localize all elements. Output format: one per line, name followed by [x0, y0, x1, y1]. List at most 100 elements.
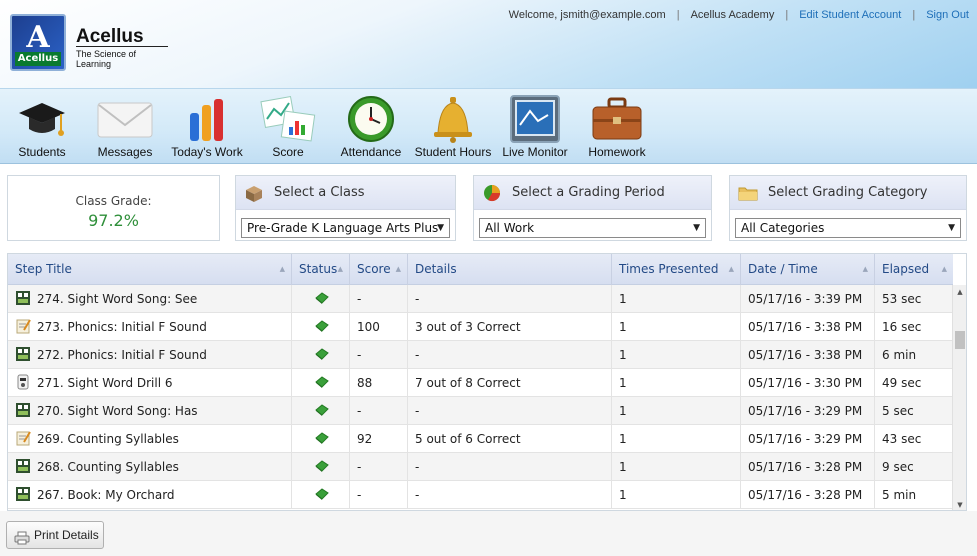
- scroll-thumb[interactable]: [955, 331, 965, 349]
- col-status[interactable]: Status ▲: [292, 254, 350, 285]
- grading-period-dropdown[interactable]: All Work ▼: [479, 218, 706, 238]
- cell-title: 274. Sight Word Song: See: [8, 285, 292, 313]
- toolbar-live-monitor[interactable]: Live Monitor: [500, 95, 570, 159]
- toolbar-homework[interactable]: Homework: [586, 95, 648, 159]
- scroll-down-icon[interactable]: ▼: [953, 498, 966, 510]
- cell-elapsed: 9 sec: [882, 460, 914, 474]
- folder-icon: [738, 183, 758, 203]
- brand-name: Acellus: [76, 26, 144, 47]
- acellus-logo[interactable]: A Acellus: [10, 14, 66, 71]
- edit-student-account-link[interactable]: Edit Student Account: [799, 9, 901, 21]
- toolbar-label: Student Hours: [414, 145, 492, 159]
- video-icon: [15, 484, 31, 501]
- sort-icon: ▲: [941, 265, 947, 273]
- grading-category-dropdown[interactable]: All Categories ▼: [735, 218, 961, 238]
- sort-icon: ▲: [862, 265, 868, 273]
- status-complete-icon: [315, 286, 329, 304]
- step-title-text: 267. Book: My Orchard: [37, 488, 175, 502]
- select-class-panel: Select a Class Pre-Grade K Language Arts…: [235, 175, 456, 241]
- video-icon: [15, 456, 31, 473]
- cell-title: 272. Phonics: Initial F Sound: [8, 341, 292, 369]
- step-title-text: 268. Counting Syllables: [37, 460, 179, 474]
- cell-elapsed: 5 sec: [882, 404, 914, 418]
- quiz-icon: [15, 428, 31, 446]
- status-complete-icon: [315, 342, 329, 360]
- status-complete-icon: [315, 314, 329, 332]
- toolbar-messages[interactable]: Messages: [94, 95, 156, 159]
- col-score[interactable]: Score ▲: [350, 254, 408, 285]
- cell-times: 1: [612, 313, 741, 341]
- step-title-text: 270. Sight Word Song: Has: [37, 404, 198, 418]
- col-times-presented[interactable]: Times Presented ▲: [612, 254, 741, 285]
- cell-details: 3 out of 3 Correct: [408, 313, 612, 341]
- welcome-text: Welcome, jsmith@example.com: [508, 9, 666, 21]
- pie-chart-icon: [482, 183, 502, 203]
- table-row[interactable]: 271. Sight Word Drill 6 88 7 out of 8 Corr…: [8, 369, 953, 397]
- cell-details: 5 out of 6 Correct: [408, 425, 612, 453]
- grading-period-header: Select a Grading Period: [474, 176, 711, 210]
- status-complete-icon: [315, 454, 329, 472]
- table-row[interactable]: 273. Phonics: Initial F Sound 100 3 out of…: [8, 313, 953, 341]
- table-row[interactable]: 267. Book: My Orchard - -1 05/17/16 - 3:28 …: [8, 481, 953, 509]
- col-details[interactable]: Details: [408, 254, 612, 285]
- col-elapsed[interactable]: Elapsed ▲: [875, 254, 953, 285]
- table-row[interactable]: 269. Counting Syllables 92 5 out of 6 Corr…: [8, 425, 953, 453]
- quiz-icon: [15, 316, 31, 334]
- col-date-time[interactable]: Date / Time ▲: [741, 254, 875, 285]
- cell-details: -: [408, 285, 612, 313]
- toolbar-todays-work[interactable]: Today's Work: [170, 95, 244, 159]
- print-details-label: Print Details: [34, 528, 99, 542]
- grading-category-title: Select Grading Category: [768, 185, 928, 200]
- video-icon: [15, 288, 31, 305]
- select-class-title: Select a Class: [274, 185, 365, 200]
- toolbar-label: Students: [18, 145, 66, 159]
- cell-score: -: [350, 285, 408, 313]
- table-scrollbar[interactable]: ▲ ▼: [952, 285, 966, 510]
- toolbar-score[interactable]: Score: [258, 95, 318, 159]
- monitor-icon: [510, 95, 560, 143]
- print-details-button[interactable]: Print Details: [6, 521, 104, 549]
- sign-out-link[interactable]: Sign Out: [926, 9, 969, 21]
- cell-title: 267. Book: My Orchard: [8, 481, 292, 509]
- table-row[interactable]: 268. Counting Syllables - -1 05/17/16 - 3:2…: [8, 453, 953, 481]
- video-icon: [15, 400, 31, 417]
- step-title-text: 273. Phonics: Initial F Sound: [37, 320, 207, 334]
- cell-score: -: [350, 481, 408, 509]
- toolbar-student-hours[interactable]: Student Hours: [414, 95, 492, 159]
- cell-score: -: [350, 453, 408, 481]
- chevron-down-icon: ▼: [693, 223, 700, 233]
- cell-date: 05/17/16 - 3:38 PM: [741, 313, 875, 341]
- cell-title: 271. Sight Word Drill 6: [8, 369, 292, 397]
- class-grade-value: 97.2%: [88, 211, 139, 230]
- table-header: Step Title ▲ Status ▲ Score ▲ Details Times…: [8, 254, 953, 285]
- select-class-header: Select a Class: [236, 176, 455, 210]
- scroll-up-icon[interactable]: ▲: [953, 285, 966, 299]
- toolbar-attendance[interactable]: Attendance: [340, 95, 402, 159]
- bar-chart-icon: [182, 95, 232, 143]
- cell-times: 1: [612, 341, 741, 369]
- table-row[interactable]: 270. Sight Word Song: Has - -1 05/17/16 - 3…: [8, 397, 953, 425]
- table-row[interactable]: 274. Sight Word Song: See - -1 05/17/16 - 3…: [8, 285, 953, 313]
- logo-text: Acellus: [15, 52, 61, 66]
- cell-times: 1: [612, 369, 741, 397]
- cell-title: 273. Phonics: Initial F Sound: [8, 313, 292, 341]
- class-dropdown[interactable]: Pre-Grade K Language Arts Plus ▼: [241, 218, 450, 238]
- logo-a-icon: A: [26, 20, 50, 55]
- envelope-icon: [97, 95, 153, 143]
- grading-period-value: All Work: [485, 221, 535, 235]
- toolbar-label: Live Monitor: [502, 145, 568, 159]
- cell-date: 05/17/16 - 3:30 PM: [741, 369, 875, 397]
- step-title-text: 272. Phonics: Initial F Sound: [37, 348, 207, 362]
- cell-status: [292, 285, 350, 313]
- table-row[interactable]: 272. Phonics: Initial F Sound - -1 05/17/16…: [8, 341, 953, 369]
- cell-status: [292, 369, 350, 397]
- col-step-title[interactable]: Step Title ▲: [8, 254, 292, 285]
- cell-date: 05/17/16 - 3:29 PM: [741, 397, 875, 425]
- class-dropdown-value: Pre-Grade K Language Arts Plus: [247, 221, 439, 235]
- cell-details: -: [408, 397, 612, 425]
- cell-title: 269. Counting Syllables: [8, 425, 292, 453]
- cell-score: 88: [350, 369, 408, 397]
- sort-icon: ▲: [279, 265, 285, 273]
- brand-tagline: The Science of Learning: [76, 46, 168, 69]
- toolbar-students[interactable]: Students: [12, 95, 72, 159]
